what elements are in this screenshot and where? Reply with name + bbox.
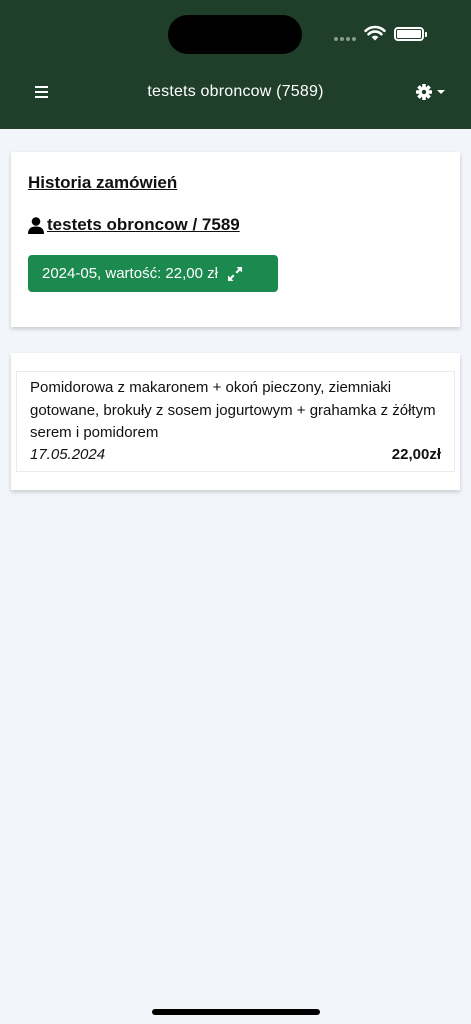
month-summary-label: 2024-05, wartość: 22,00 zł <box>42 265 218 282</box>
month-summary-button[interactable]: 2024-05, wartość: 22,00 zł <box>28 255 278 292</box>
home-indicator[interactable] <box>152 1009 320 1015</box>
user-link[interactable]: testets obroncow / 7589 <box>28 215 240 235</box>
wifi-icon <box>364 25 386 41</box>
order-price: 22,00zł <box>391 446 441 463</box>
history-card: Historia zamówień testets obroncow / 758… <box>11 152 460 327</box>
dynamic-island <box>168 15 302 54</box>
history-title-link[interactable]: Historia zamówień <box>28 173 177 193</box>
user-link-label: testets obroncow / 7589 <box>47 215 240 234</box>
orders-card: Pomidorowa z makaronem + okoń pieczony, … <box>11 353 460 490</box>
battery-icon <box>394 27 427 41</box>
order-description: Pomidorowa z makaronem + okoń pieczony, … <box>30 379 436 441</box>
cellular-signal-icon <box>334 37 358 43</box>
gear-icon[interactable] <box>414 82 448 102</box>
order-date: 17.05.2024 <box>30 446 106 463</box>
page-title: testets obroncow (7589) <box>147 83 324 100</box>
expand-icon <box>227 266 242 281</box>
user-icon <box>28 216 44 234</box>
app-header: testets obroncow (7589) <box>0 0 471 129</box>
order-item[interactable]: Pomidorowa z makaronem + okoń pieczony, … <box>16 371 455 472</box>
